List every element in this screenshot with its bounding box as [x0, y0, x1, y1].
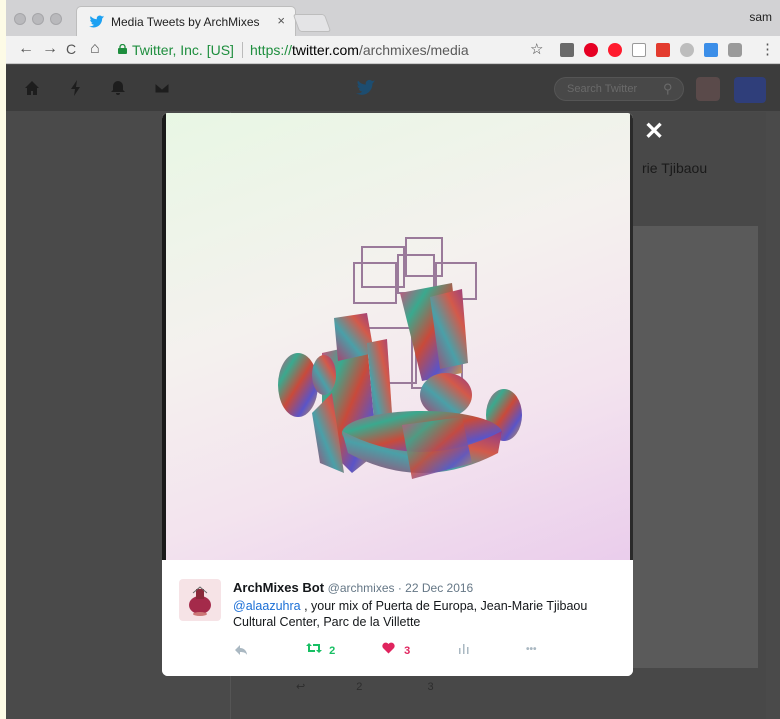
address-bar[interactable]: Twitter, Inc. [US] https://twitter.com/a…	[114, 38, 484, 62]
home-button[interactable]: ⌂	[90, 40, 100, 58]
like-count: 3	[404, 645, 411, 657]
tweet-detail: ArchMixes Bot @archmixes · 22 Dec 2016 @…	[162, 560, 633, 676]
twitter-logo-icon[interactable]	[356, 79, 376, 97]
pinterest-icon[interactable]	[584, 43, 598, 57]
close-window-button[interactable]	[14, 13, 26, 25]
menu-icon[interactable]: ⋮	[760, 40, 775, 58]
bookmark-star-icon[interactable]: ☆	[530, 40, 543, 58]
document-icon[interactable]	[632, 43, 646, 57]
background-tweet-actions: ↩ 2 3	[296, 680, 434, 693]
extension-t-icon[interactable]	[560, 43, 574, 57]
maximize-window-button[interactable]	[50, 13, 62, 25]
image-extension-icon[interactable]	[704, 43, 718, 57]
like-count: 3	[427, 681, 434, 693]
background-tweet-text: rie Tjibaou	[642, 160, 708, 176]
retweet-count: 2	[356, 681, 363, 693]
camera-icon[interactable]	[728, 43, 742, 57]
tab-title: Media Tweets by ArchMixes Bo	[111, 15, 261, 29]
tweet-author: ArchMixes Bot @archmixes · 22 Dec 2016	[233, 580, 473, 595]
like-button[interactable]: 3	[382, 642, 410, 657]
opera-icon[interactable]	[608, 43, 622, 57]
search-placeholder: Search Twitter	[567, 83, 638, 95]
bars-extension-icon[interactable]	[656, 43, 670, 57]
tab-close-icon[interactable]: ×	[277, 13, 285, 28]
close-icon[interactable]: ✕	[644, 120, 664, 144]
security-label: Twitter, Inc. [US]	[132, 42, 234, 58]
search-icon[interactable]: ⚲	[663, 81, 673, 97]
lightning-icon[interactable]	[68, 80, 84, 96]
forward-button[interactable]: →	[42, 40, 58, 58]
media-modal: ArchMixes Bot @archmixes · 22 Dec 2016 @…	[162, 113, 633, 676]
reload-button[interactable]: C	[66, 41, 76, 57]
back-button[interactable]: ←	[18, 40, 34, 58]
author-handle-date[interactable]: @archmixes · 22 Dec 2016	[328, 581, 474, 595]
tab-strip: Media Tweets by ArchMixes Bo × sam	[6, 0, 780, 36]
twitter-bird-icon	[89, 15, 105, 28]
heart-icon	[382, 642, 395, 654]
lock-icon	[118, 44, 127, 54]
minimize-window-button[interactable]	[32, 13, 44, 25]
browser-toolbar: ← → C ⌂ Twitter, Inc. [US] https://twitt…	[6, 36, 780, 64]
mention-link[interactable]: @alaazuhra	[233, 599, 301, 613]
architecture-collage-image	[278, 237, 522, 479]
retweet-count: 2	[329, 645, 336, 657]
analytics-icon[interactable]	[458, 642, 470, 654]
more-options-icon[interactable]: •••	[526, 644, 537, 655]
twitter-nav-bar: Search Twitter ⚲	[6, 65, 780, 111]
tweet-text: @alaazuhra , your mix of Puerta de Europ…	[233, 598, 613, 630]
messages-icon[interactable]	[154, 80, 170, 96]
avatar[interactable]	[696, 77, 720, 101]
bot-avatar-icon	[189, 586, 211, 616]
notification-bell-icon[interactable]	[110, 80, 126, 96]
cloud-icon[interactable]	[680, 43, 694, 57]
url-text[interactable]: https://twitter.com/archmixes/media	[250, 42, 469, 58]
divider	[242, 42, 243, 58]
new-tab-button[interactable]	[292, 14, 332, 32]
search-input[interactable]: Search Twitter ⚲	[554, 77, 684, 101]
author-name[interactable]: ArchMixes Bot	[233, 580, 324, 595]
media-edge	[630, 113, 633, 560]
tweet-actions: 2 3 •••	[234, 642, 554, 660]
tab-active[interactable]: Media Tweets by ArchMixes Bo ×	[76, 6, 296, 36]
compose-tweet-button[interactable]	[734, 77, 766, 103]
tweet-media-image[interactable]	[162, 113, 633, 560]
reply-icon: ↩	[296, 681, 306, 693]
avatar[interactable]	[179, 579, 221, 621]
home-icon[interactable]	[24, 80, 40, 96]
background-media	[632, 226, 758, 668]
retweet-icon	[306, 643, 322, 653]
media-edge	[162, 113, 166, 560]
profile-name[interactable]: sam	[749, 10, 772, 24]
retweet-button[interactable]: 2	[306, 642, 335, 657]
reply-icon[interactable]	[234, 644, 248, 656]
